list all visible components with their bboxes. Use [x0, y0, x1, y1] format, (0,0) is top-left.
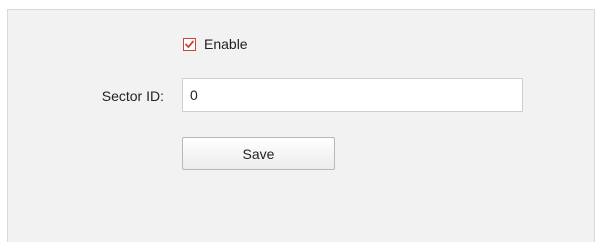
checkmark-icon — [185, 40, 194, 48]
sector-id-input[interactable] — [182, 78, 523, 112]
settings-panel: Enable Sector ID: Save — [7, 9, 595, 242]
enable-checkbox[interactable] — [183, 37, 196, 51]
enable-label: Enable — [204, 36, 248, 52]
sector-id-label: Sector ID: — [101, 88, 164, 104]
save-button[interactable]: Save — [182, 137, 335, 170]
enable-row: Enable — [183, 34, 248, 54]
